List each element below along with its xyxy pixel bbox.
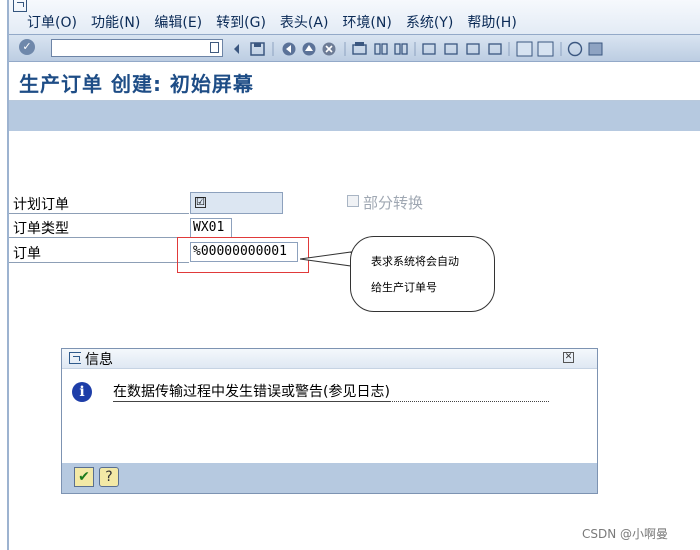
watermark: CSDN @小啊曼 [582,527,669,541]
command-input[interactable] [52,44,208,60]
planned-order-line [9,213,189,214]
callout-line2: 给生产订单号 [371,281,437,294]
menu-item-function[interactable]: 功能(N) [91,12,140,32]
dialog-titlebar: 信息 ✕ [62,349,597,369]
partial-convert-checkbox[interactable] [347,195,359,207]
callout-line1: 表求系统将会自动 [371,255,459,268]
page-title: 生产订单 创建: 初始屏幕 [19,72,254,96]
application-toolbar [9,101,700,131]
command-field[interactable] [51,39,223,60]
menu-item-header[interactable]: 表头(A) [280,12,329,32]
order-label: 订单 [13,246,41,262]
confirm-button[interactable]: ✔ [74,467,94,487]
order-type-input[interactable]: WX01 [190,218,232,238]
toolbar-icons [234,41,603,57]
info-dialog: 信息 ✕ i 在数据传输过程中发生错误或警告(参见日志) ✔ ? [61,348,598,494]
planned-order-label: 计划订单 [13,197,69,213]
menu-item-goto[interactable]: 转到(G) [216,12,266,32]
menu-items: 订单(O) 功能(N) 编辑(E) 转到(G) 表头(A) 环境(N) 系统(Y… [27,12,531,32]
menu-item-environment[interactable]: 环境(N) [342,12,391,32]
planned-order-checkbox[interactable]: ☑ [195,197,206,208]
find-next-icon [394,43,401,55]
partial-convert-label: 部分转换 [363,194,424,212]
order-line [9,262,189,263]
menu-bar: 订单(O) 功能(N) 编辑(E) 转到(G) 表头(A) 环境(N) 系统(Y… [9,0,700,34]
shortcut-icon [537,41,554,57]
annotation-callout: 表求系统将会自动 给生产订单号 [350,236,495,312]
dialog-close-button[interactable]: ✕ [563,352,574,363]
menu-item-order[interactable]: 订单(O) [27,12,77,32]
layout-menu-icon [588,42,603,56]
order-highlight-box [177,237,309,273]
previous-page-icon [444,43,458,55]
new-session-icon [516,41,533,57]
standard-toolbar: ✓ [9,34,700,62]
dialog-title: 信息 [85,352,113,368]
command-history-icon[interactable] [210,42,219,53]
planned-order-field[interactable]: ☑ [190,192,283,214]
print-icon [352,44,367,55]
help-button[interactable]: ? [99,467,119,487]
dialog-message: 在数据传输过程中发生错误或警告(参见日志) [113,381,390,402]
back-arrow-icon [234,44,239,54]
menu-item-edit[interactable]: 编辑(E) [154,12,202,32]
last-page-icon [488,43,502,55]
menu-item-help[interactable]: 帮助(H) [467,12,516,32]
window-border [7,0,9,550]
dialog-message-underline [113,400,549,402]
info-icon: i [72,382,92,402]
enter-check-icon[interactable]: ✓ [19,39,35,55]
order-type-label: 订单类型 [13,221,69,237]
help-icon [567,41,583,57]
order-type-line [9,237,189,238]
next-page-icon [466,43,480,55]
menu-system-icon[interactable] [13,0,27,12]
first-page-icon [422,43,436,55]
menu-item-system[interactable]: 系统(Y) [406,12,453,32]
dialog-footer: ✔ ? [62,463,597,493]
dialog-menu-icon[interactable] [69,352,81,364]
find-icon [374,43,381,55]
